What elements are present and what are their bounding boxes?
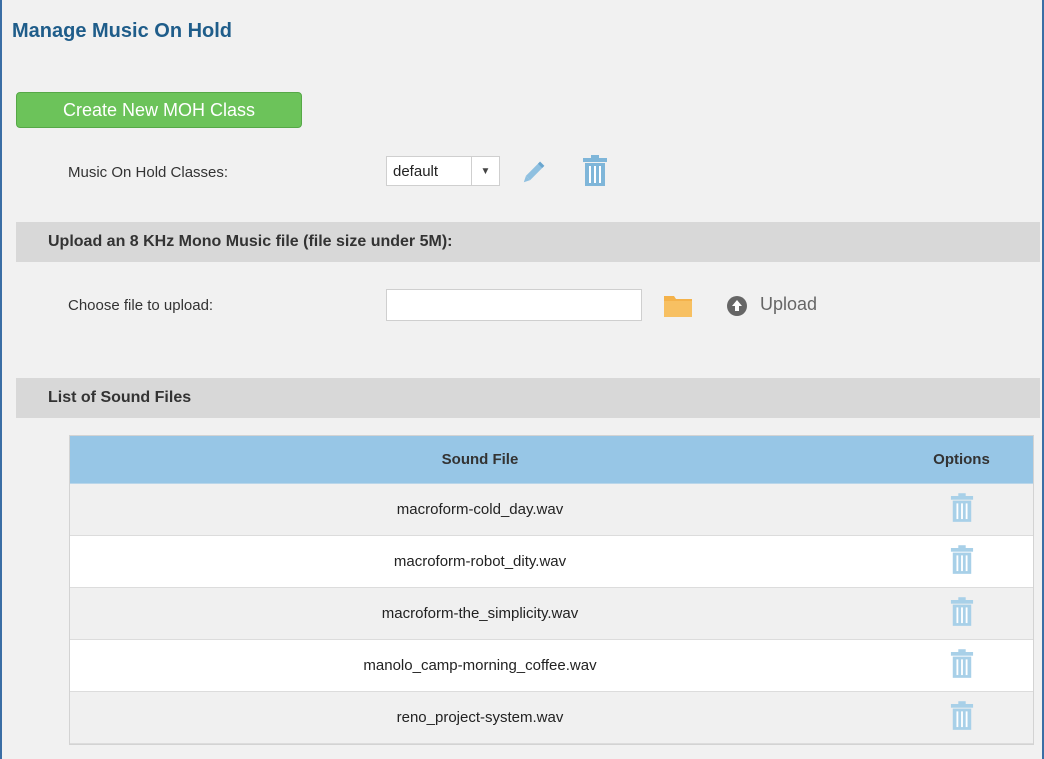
delete-file-cell	[890, 544, 1033, 579]
upload-section-title: Upload an 8 KHz Mono Music file (file si…	[48, 233, 453, 250]
choose-file-label: Choose file to upload:	[68, 297, 214, 314]
table-row: manolo_camp-morning_coffee.wav	[70, 640, 1033, 692]
pencil-icon[interactable]	[516, 156, 550, 190]
moh-class-selected-value: default	[393, 162, 439, 180]
trash-icon[interactable]	[580, 153, 610, 189]
trash-icon[interactable]	[950, 492, 974, 527]
table-row: reno_project-system.wav	[70, 692, 1033, 744]
sound-files-section-title: List of Sound Files	[48, 389, 192, 406]
page-title: Manage Music On Hold	[12, 20, 233, 42]
delete-file-cell	[890, 596, 1033, 631]
sound-file-name: macroform-cold_day.wav	[396, 501, 564, 518]
sound-files-section-header: List of Sound Files	[16, 378, 1040, 418]
upload-section-header: Upload an 8 KHz Mono Music file (file si…	[16, 222, 1040, 262]
trash-icon[interactable]	[950, 700, 974, 735]
table-header: Sound File Options	[70, 436, 1033, 484]
sound-file-name: macroform-robot_dity.wav	[393, 553, 567, 570]
upload-button[interactable]: Upload	[760, 294, 817, 315]
table-row: macroform-cold_day.wav	[70, 484, 1033, 536]
table-row: macroform-the_simplicity.wav	[70, 588, 1033, 640]
file-path-input[interactable]	[386, 289, 642, 321]
trash-icon[interactable]	[950, 544, 974, 579]
sound-file-name: macroform-the_simplicity.wav	[381, 605, 579, 622]
sound-files-table: Sound File Options macroform-cold_day.wa…	[69, 435, 1034, 745]
sound-file-name: manolo_camp-morning_coffee.wav	[363, 657, 597, 674]
moh-panel: Manage Music On Hold Create New MOH Clas…	[0, 0, 1044, 759]
sound-file-name: reno_project-system.wav	[396, 709, 564, 726]
chevron-down-icon[interactable]: ▼	[471, 157, 499, 185]
up-arrow-circle-icon[interactable]	[724, 293, 750, 319]
create-moh-class-button[interactable]: Create New MOH Class	[16, 92, 302, 128]
moh-class-select[interactable]: default ▼	[386, 156, 500, 186]
table-row: macroform-robot_dity.wav	[70, 536, 1033, 588]
moh-classes-label: Music On Hold Classes:	[68, 164, 229, 181]
delete-file-cell	[890, 700, 1033, 735]
trash-icon[interactable]	[950, 648, 974, 683]
trash-icon[interactable]	[950, 596, 974, 631]
delete-file-cell	[890, 492, 1033, 527]
column-header-options: Options	[933, 451, 990, 468]
folder-icon[interactable]	[662, 290, 694, 320]
column-header-sound-file[interactable]: Sound File	[70, 451, 890, 468]
delete-file-cell	[890, 648, 1033, 683]
